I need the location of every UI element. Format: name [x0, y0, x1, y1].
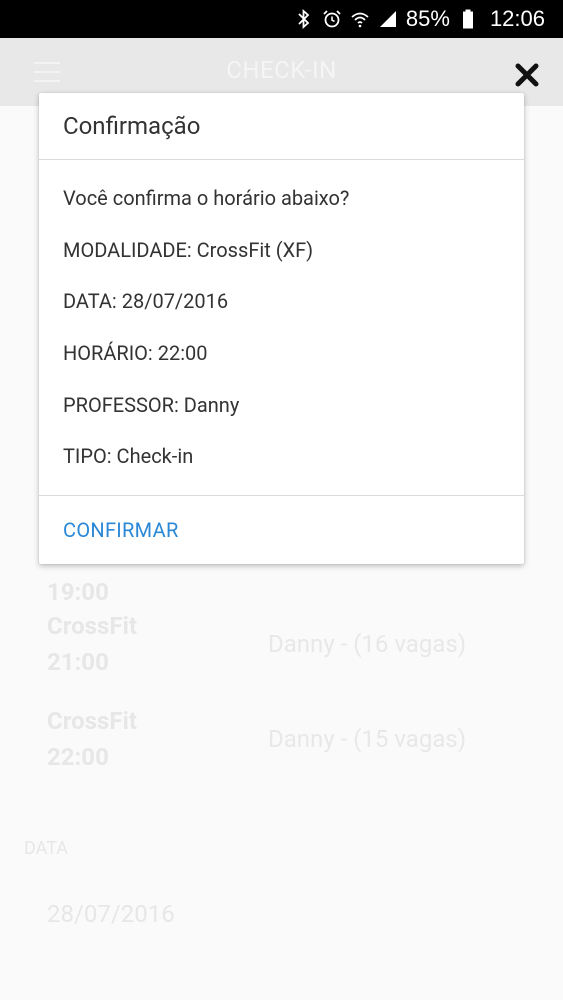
- wifi-icon: [350, 9, 370, 29]
- confirmation-dialog: Confirmação Você confirma o horário abai…: [39, 93, 524, 564]
- confirm-button[interactable]: CONFIRMAR: [63, 518, 179, 542]
- dialog-title: Confirmação: [63, 112, 201, 140]
- status-time: 12:06: [489, 6, 545, 31]
- detail-modalidade: MODALIDADE: CrossFit (XF): [63, 237, 314, 262]
- bluetooth-icon: [294, 9, 314, 29]
- detail-data: DATA: 28/07/2016: [63, 289, 229, 314]
- battery-percent: 85%: [405, 6, 450, 31]
- dialog-question: Você confirma o horário abaixo?: [63, 186, 350, 210]
- detail-professor: PROFESSOR: Danny: [63, 392, 240, 417]
- battery-icon: [458, 9, 478, 29]
- status-bar: 85% 12:06: [0, 0, 563, 38]
- dialog-body: Você confirma o horário abaixo? MODALIDA…: [39, 160, 524, 496]
- signal-icon: [378, 9, 398, 29]
- detail-horario: HORÁRIO: 22:00: [63, 341, 208, 366]
- dialog-header: Confirmação: [39, 93, 524, 160]
- detail-tipo: TIPO: Check-in: [63, 444, 194, 469]
- close-icon[interactable]: [514, 62, 540, 88]
- alarm-icon: [322, 9, 342, 29]
- dialog-footer: CONFIRMAR: [39, 496, 524, 564]
